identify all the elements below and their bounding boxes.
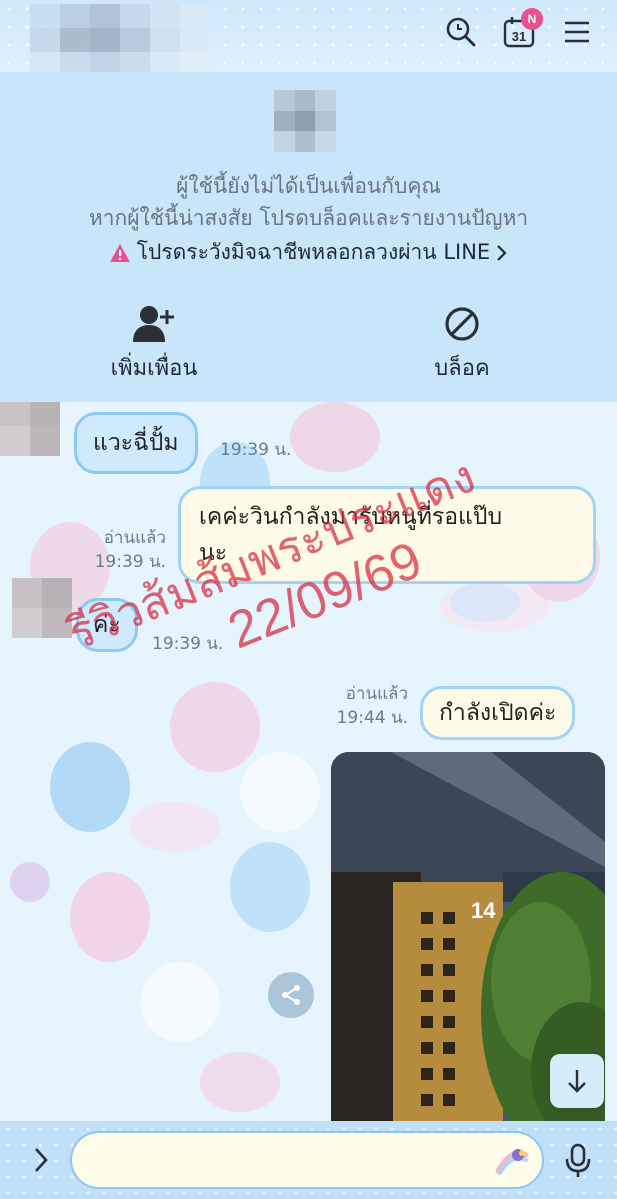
sender-avatar-blurred[interactable]	[0, 402, 60, 456]
expand-menu-button[interactable]	[24, 1143, 58, 1177]
not-friend-notice: ผู้ใช้นี้ยังไม่ได้เป็นเพื่อนกับคุณ	[176, 174, 441, 198]
message-time: 19:44 น.	[336, 708, 408, 728]
wallpaper-decoration	[10, 862, 50, 902]
voice-message-button[interactable]	[556, 1139, 600, 1183]
menu-button[interactable]	[559, 14, 595, 50]
message-bubble-outgoing[interactable]: กำลังเปิดค่ะ	[420, 686, 576, 740]
microphone-icon	[565, 1143, 591, 1177]
message-input-bar	[0, 1121, 617, 1199]
message-time: 19:39 น.	[152, 634, 224, 654]
sticker-icon	[495, 1149, 529, 1175]
message-read-status: อ่านแล้ว 19:44 น.	[326, 682, 408, 730]
message-bubble-incoming[interactable]: ค่ะ	[76, 598, 138, 652]
sender-avatar-blurred[interactable]	[12, 578, 72, 638]
report-suggestion: หากผู้ใช้นี้น่าสงสัย โปรดบล็อคและรายงานป…	[88, 206, 529, 230]
wallpaper-decoration	[230, 842, 310, 932]
arrow-down-icon	[568, 1070, 586, 1093]
add-friend-label: เพิ่มเพื่อน	[110, 356, 198, 381]
chevron-right-icon	[35, 1148, 48, 1172]
door-number: 14	[471, 898, 496, 923]
contact-avatar-blurred[interactable]	[274, 90, 336, 152]
block-label: บล็อค	[434, 356, 490, 381]
add-friend-icon	[133, 306, 174, 342]
message-input[interactable]	[70, 1131, 544, 1189]
message-read-status: อ่านแล้ว 19:39 น.	[80, 526, 166, 574]
message-time: 19:39 น.	[94, 552, 166, 572]
chat-message-area[interactable]: แวะฉี่ปั้ม 19:39 น. เคค่ะวินกำลังมารับหน…	[0, 402, 617, 1121]
wallpaper-decoration	[130, 802, 220, 852]
wallpaper-decoration	[290, 402, 380, 472]
wallpaper-decoration	[70, 872, 150, 962]
hamburger-menu-icon	[565, 21, 589, 43]
message-text-line: นะ	[199, 540, 228, 566]
wallpaper-decoration	[170, 682, 260, 772]
message-bubble-outgoing[interactable]: เคค่ะวินกำลังมารับหนูที่รอแป๊บ นะ	[178, 486, 596, 584]
share-button[interactable]	[268, 972, 314, 1018]
wallpaper-decoration	[50, 742, 130, 832]
scam-warning-link[interactable]: โปรดระวังมิจฉาชีพหลอกลวงผ่าน LINE	[0, 236, 617, 269]
scam-warning-text: โปรดระวังมิจฉาชีพหลอกลวงผ่าน LINE	[136, 240, 491, 264]
search-button[interactable]	[443, 14, 479, 50]
share-icon	[282, 985, 300, 1005]
scroll-to-bottom-button[interactable]	[550, 1054, 604, 1108]
sticker-button[interactable]	[494, 1145, 530, 1177]
add-friend-button[interactable]: เพิ่มเพื่อน	[64, 304, 244, 385]
wallpaper-decoration	[200, 1052, 280, 1112]
wallpaper-decoration	[140, 962, 220, 1042]
notification-badge: N	[521, 8, 543, 30]
message-bubble-incoming[interactable]: แวะฉี่ปั้ม	[74, 412, 198, 474]
warning-icon	[109, 243, 130, 262]
block-icon	[445, 307, 479, 341]
wallpaper-decoration	[450, 582, 520, 622]
read-receipt: อ่านแล้ว	[345, 684, 408, 704]
message-text-line: เคค่ะวินกำลังมารับหนูที่รอแป๊บ	[199, 504, 503, 530]
calendar-button[interactable]: 31 N	[501, 8, 543, 50]
non-friend-notice-panel: ผู้ใช้นี้ยังไม่ได้เป็นเพื่อนกับคุณ หากผู…	[0, 72, 617, 402]
calendar-date: 31	[512, 29, 526, 44]
read-receipt: อ่านแล้ว	[103, 528, 166, 548]
chevron-right-icon	[497, 244, 507, 261]
wallpaper-decoration	[240, 752, 320, 832]
search-icon	[446, 17, 476, 47]
message-time: 19:39 น.	[220, 440, 292, 460]
contact-name-blurred[interactable]	[30, 4, 210, 72]
top-app-bar: 31 N	[0, 0, 617, 72]
block-button[interactable]: บล็อค	[372, 304, 552, 385]
